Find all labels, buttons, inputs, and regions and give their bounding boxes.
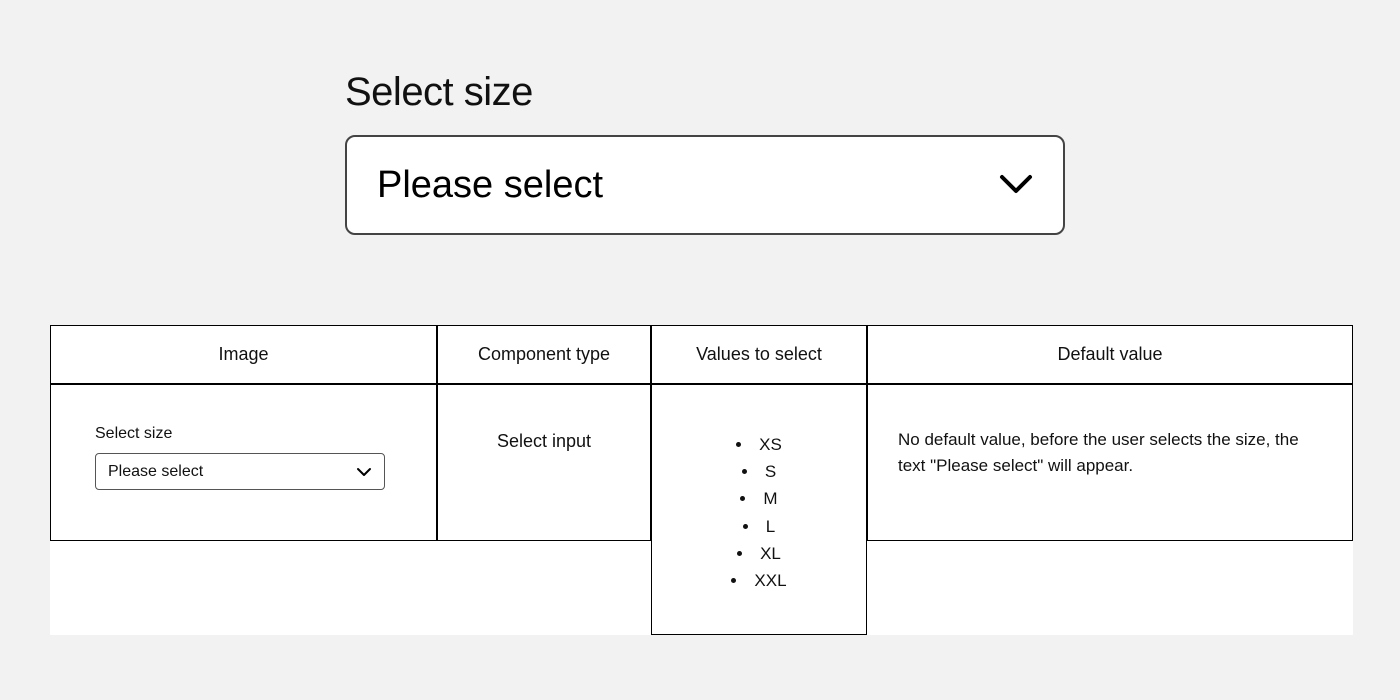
hero-select-label: Select size [345,70,1065,115]
col-header-image: Image [50,325,437,384]
value-option: M [731,485,786,512]
cell-component-type: Select input [437,384,651,541]
cell-values: XS S M L XL XXL [651,384,867,635]
value-option: S [731,458,786,485]
value-option: XL [731,540,786,567]
hero-select-demo: Select size Please select [345,70,1065,235]
value-option: XS [731,431,786,458]
mini-select-label: Select size [95,425,410,443]
value-option: L [731,513,786,540]
value-option: XXL [731,567,786,594]
chevron-down-icon [999,174,1033,196]
cell-default-value: No default value, before the user select… [867,384,1353,541]
spec-table: Image Component type Values to select De… [50,325,1353,635]
size-select[interactable]: Please select [345,135,1065,235]
chevron-down-icon [356,467,372,477]
size-select-placeholder: Please select [377,164,603,207]
col-header-component-type: Component type [437,325,651,384]
col-header-values: Values to select [651,325,867,384]
mini-size-select[interactable]: Please select [95,453,385,490]
col-header-default: Default value [867,325,1353,384]
cell-image: Select size Please select [50,384,437,541]
values-list: XS S M L XL XXL [731,431,786,594]
mini-select-placeholder: Please select [108,463,203,481]
